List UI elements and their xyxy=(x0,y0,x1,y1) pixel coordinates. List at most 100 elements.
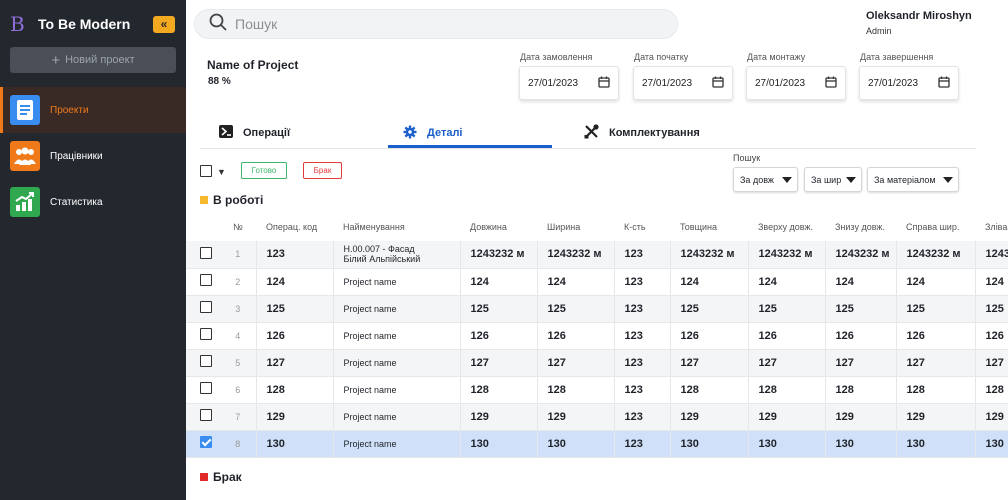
tab-label: Деталі xyxy=(427,127,463,139)
row-checkbox[interactable] xyxy=(200,246,212,259)
filter-value: За довж xyxy=(740,174,774,185)
filter-by-width[interactable]: За шир xyxy=(804,167,862,192)
bottom-length-value: 126 xyxy=(824,322,896,350)
section-title: Брак xyxy=(213,470,242,484)
column-header[interactable]: Знизу довж. xyxy=(825,213,896,241)
table-row[interactable]: 7 129 Project name 129 129 123 129 129 129 129 129 xyxy=(186,403,1008,431)
calendar-icon[interactable] xyxy=(598,76,610,91)
filter-by-length[interactable]: За довж xyxy=(733,167,798,192)
collapse-sidebar-button[interactable]: « xyxy=(153,16,175,33)
tab-details[interactable]: Деталі xyxy=(403,118,463,148)
operation-code: 126 xyxy=(255,322,333,350)
row-checkbox[interactable] xyxy=(200,355,212,367)
column-header[interactable]: Найменування xyxy=(333,213,460,241)
bottom-length-value: 124 xyxy=(824,268,896,296)
column-header[interactable]: К-сть xyxy=(614,213,670,241)
row-index: 3 xyxy=(220,295,256,323)
dropdown-arrow-icon xyxy=(782,176,792,183)
row-checkbox[interactable] xyxy=(200,409,212,421)
thickness-value: 1243232 м xyxy=(669,241,748,269)
row-checkbox[interactable] xyxy=(200,274,212,286)
top-length-value: 130 xyxy=(747,430,825,458)
table-row[interactable]: 2 124 Project name 124 124 123 124 124 124 124 124 xyxy=(186,268,1008,296)
item-name: Project name xyxy=(332,322,460,350)
column-header[interactable]: Операц. код xyxy=(256,213,333,241)
right-width-value: 129 xyxy=(895,403,975,431)
table-row[interactable]: 1 123 Н.00.007 - Фасад Білий Альпійський 124… xyxy=(186,241,1008,269)
new-project-button[interactable]: + Новий проект xyxy=(10,47,176,73)
user-role: Admin xyxy=(866,26,892,36)
row-checkbox-cell xyxy=(186,241,220,269)
date-label: Дата замовлення xyxy=(520,52,593,62)
length-value: 125 xyxy=(459,295,537,323)
width-value: 130 xyxy=(536,430,614,458)
order-date-input[interactable]: 27/01/2023 xyxy=(519,66,619,100)
left-width-value: 125 xyxy=(974,295,1008,323)
row-checkbox[interactable] xyxy=(200,301,212,313)
order-date-field: Дата замовлення 27/01/2023 xyxy=(519,52,619,100)
thickness-value: 124 xyxy=(669,268,748,296)
filter-by-material[interactable]: За матеріалом xyxy=(867,167,959,192)
column-header[interactable]: № xyxy=(220,213,256,241)
bottom-length-value: 130 xyxy=(824,430,896,458)
start-date-field: Дата початку 27/01/2023 xyxy=(633,52,733,100)
sidebar-item-projects[interactable]: Проекти xyxy=(0,87,186,133)
top-length-value: 125 xyxy=(747,295,825,323)
calendar-icon[interactable] xyxy=(825,76,837,91)
thickness-value: 130 xyxy=(669,430,748,458)
top-length-value: 124 xyxy=(747,268,825,296)
select-all-checkbox[interactable] xyxy=(200,165,212,177)
project-name: Name of Project xyxy=(207,58,299,72)
top-length-value: 129 xyxy=(747,403,825,431)
people-icon xyxy=(10,141,40,171)
search-icon xyxy=(209,13,227,36)
table-row[interactable]: 3 125 Project name 125 125 123 125 125 125 125 125 xyxy=(186,295,1008,323)
tab-equipment[interactable]: Комплектування xyxy=(584,118,700,148)
table-row[interactable]: 4 126 Project name 126 126 123 126 126 126 126 126 xyxy=(186,322,1008,350)
chevron-down-icon[interactable]: ▼ xyxy=(217,167,226,177)
row-index: 8 xyxy=(220,430,256,458)
left-width-value: 130 xyxy=(974,430,1008,458)
column-header[interactable]: Зверху довж. xyxy=(748,213,825,241)
top-length-value: 1243232 м xyxy=(747,241,825,269)
column-header[interactable]: Зліва xyxy=(975,213,1008,241)
user-name[interactable]: Oleksandr Miroshyn xyxy=(866,10,972,22)
table-row[interactable]: 8 130 Project name 130 130 123 130 130 130 130 130 xyxy=(186,430,1008,458)
sidebar-item-workers[interactable]: Працівники xyxy=(0,133,186,179)
quantity-value: 123 xyxy=(613,295,670,323)
mark-defect-button[interactable]: Брак xyxy=(303,162,342,179)
item-name-line: Project name xyxy=(343,276,397,287)
column-header[interactable]: Ширина xyxy=(537,213,614,241)
calendar-icon[interactable] xyxy=(938,76,950,91)
details-table: № Операц. код Найменування Довжина Ширин… xyxy=(186,213,1008,458)
row-checkbox-cell xyxy=(186,349,220,377)
mounting-date-input[interactable]: 27/01/2023 xyxy=(746,66,846,100)
start-date-input[interactable]: 27/01/2023 xyxy=(633,66,733,100)
table-row[interactable]: 6 128 Project name 128 128 123 128 128 128 128 128 xyxy=(186,376,1008,404)
item-name: Project name xyxy=(332,403,460,431)
item-name-line: Project name xyxy=(343,411,397,422)
sidebar-item-label: Працівники xyxy=(50,150,103,162)
item-name: Н.00.007 - Фасад Білий Альпійський xyxy=(332,241,460,269)
table-row[interactable]: 5 127 Project name 127 127 123 127 127 127 127 127 xyxy=(186,349,1008,377)
row-checkbox[interactable] xyxy=(200,328,212,340)
column-header[interactable]: Товщина xyxy=(670,213,748,241)
sidebar-item-statistics[interactable]: Статистика xyxy=(0,179,186,225)
item-name-line: Н.00.007 - Фасад xyxy=(343,244,415,255)
search-input[interactable] xyxy=(235,16,635,32)
search-bar[interactable] xyxy=(194,9,678,39)
column-header xyxy=(186,213,220,241)
tab-operations[interactable]: Операції xyxy=(219,118,290,148)
mark-done-button[interactable]: Готово xyxy=(241,162,287,179)
column-header[interactable]: Довжина xyxy=(460,213,537,241)
row-checkbox[interactable] xyxy=(200,436,212,448)
width-value: 124 xyxy=(536,268,614,296)
row-checkbox[interactable] xyxy=(200,382,212,394)
column-header[interactable]: Справа шир. xyxy=(896,213,975,241)
calendar-icon[interactable] xyxy=(712,76,724,91)
brand[interactable]: B To Be Modern xyxy=(10,12,130,36)
new-project-label: Новий проект xyxy=(65,54,135,66)
completion-date-input[interactable]: 27/01/2023 xyxy=(859,66,959,100)
item-name: Project name xyxy=(332,295,460,323)
right-width-value: 127 xyxy=(895,349,975,377)
